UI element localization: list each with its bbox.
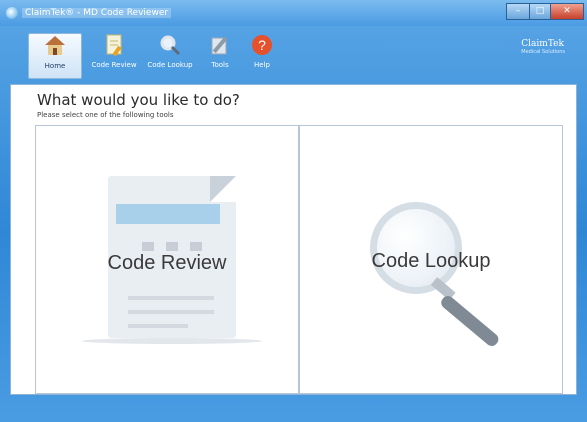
toolbar-code-review-button[interactable]: Code Review [88, 33, 140, 77]
document-edit-icon [102, 33, 126, 57]
toolbar-label: Code Lookup [147, 61, 193, 69]
magnifier-lens [370, 202, 462, 294]
magnifier-icon [158, 33, 182, 57]
toolbar-label: Home [44, 62, 66, 70]
minimize-icon: – [515, 6, 521, 16]
document-dot [190, 242, 202, 251]
code-review-label: Code Review [107, 252, 227, 274]
status-strip [10, 396, 577, 410]
maximize-button[interactable]: □ [529, 3, 551, 20]
document-dot [142, 242, 154, 251]
app-window: ClaimTek® - MD Code Reviewer – □ ✕ Home … [0, 0, 587, 422]
title-bar[interactable]: ClaimTek® - MD Code Reviewer – □ ✕ [0, 0, 587, 26]
help-icon: ? [250, 33, 274, 57]
toolbar-label: Help [254, 61, 270, 69]
code-review-option[interactable]: Code Review [35, 125, 299, 394]
toolbar-home-button[interactable]: Home [28, 33, 82, 79]
logo-tagline: Medical Solutions [521, 49, 565, 55]
document-header-band [116, 204, 220, 224]
minimize-button[interactable]: – [506, 3, 530, 20]
code-lookup-label: Code Lookup [371, 250, 491, 272]
window-title: ClaimTek® - MD Code Reviewer [22, 6, 172, 20]
close-icon: ✕ [563, 6, 571, 16]
illustration-shadow [82, 338, 262, 344]
app-icon [6, 7, 18, 19]
page-title: What would you like to do? [37, 91, 240, 109]
page-subtitle: Please select one of the following tools [37, 111, 174, 119]
main-content: What would you like to do? Please select… [10, 84, 577, 395]
main-toolbar: Home Code Review Code Lookup Tools ? Hel… [8, 27, 579, 81]
maximize-icon: □ [535, 6, 545, 16]
magnifier-handle [438, 293, 501, 349]
toolbar-code-lookup-button[interactable]: Code Lookup [144, 33, 196, 77]
document-dot [166, 242, 178, 251]
document-line [128, 296, 214, 300]
logo-text: ClaimTek [521, 39, 564, 49]
document-line [128, 310, 214, 314]
toolbar-help-button[interactable]: ? Help [236, 33, 288, 77]
svg-text:?: ? [258, 37, 266, 53]
tools-icon [208, 33, 232, 57]
code-lookup-option[interactable]: Code Lookup [299, 125, 563, 394]
home-icon [43, 34, 67, 58]
close-button[interactable]: ✕ [550, 3, 584, 20]
toolbar-label: Code Review [91, 61, 137, 69]
document-fold [210, 176, 236, 202]
document-line [128, 324, 188, 328]
brand-logo: ClaimTek Medical Solutions [521, 39, 565, 55]
